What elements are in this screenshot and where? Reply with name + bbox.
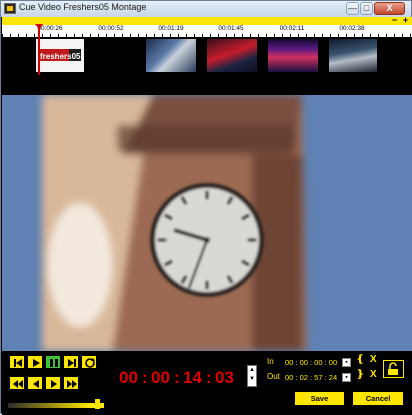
skip-to-start-button[interactable] [9, 355, 25, 369]
timecode-separator: : [174, 368, 180, 387]
lock-toggle-button[interactable] [383, 360, 404, 378]
step-back-button[interactable] [27, 376, 43, 390]
in-point-value: 00 : 00 : 00 : 00 [285, 358, 338, 367]
skip-to-end-button[interactable] [63, 355, 79, 369]
volume-slider[interactable] [8, 403, 104, 408]
clip-thumbnail[interactable] [146, 39, 196, 72]
ruler-tick-label: 00:02:38 [339, 25, 365, 32]
ruler-tick-label: 00:01:45 [218, 25, 244, 32]
set-in-point-button[interactable]: ▪ [342, 358, 351, 367]
step-forward-icon [51, 380, 57, 388]
app-window: Cue Video Freshers05 Montage — □ X − + 0… [0, 0, 412, 415]
zoom-out-button[interactable]: − [390, 16, 399, 25]
fast-rewind-button[interactable] [9, 376, 25, 390]
step-forward-button[interactable] [45, 376, 61, 390]
app-icon [4, 3, 16, 14]
in-point-label: In [267, 357, 274, 366]
volume-slider-handle[interactable] [95, 399, 100, 409]
fast-forward-button[interactable] [63, 376, 79, 390]
out-point-label: Out [267, 372, 280, 381]
timecode-separator: : [142, 368, 148, 387]
clip-thumbnail[interactable] [268, 39, 318, 72]
timeline-gap [2, 75, 412, 95]
set-out-point-button[interactable]: ▪ [342, 373, 351, 382]
rewind-icon [13, 380, 23, 388]
loop-button[interactable] [81, 355, 97, 369]
play-button[interactable] [27, 355, 43, 369]
pause-button[interactable] [45, 355, 61, 369]
pause-icon [50, 359, 58, 367]
skip-start-icon [14, 359, 22, 367]
freshers-logo-text: freshers05 [40, 52, 81, 61]
clear-in-point-button[interactable]: X [370, 354, 377, 365]
ruler-tick-label: 00:01:19 [158, 25, 184, 32]
video-preview[interactable] [2, 95, 412, 351]
thumbnail-strip[interactable]: freshers05 [2, 37, 412, 75]
timeline-zoom-bar[interactable]: − + [2, 16, 412, 25]
ruler-tick-label: 00:00:52 [98, 25, 124, 32]
timecode-spinner[interactable]: ▲ ▼ [247, 365, 257, 387]
out-bracket-icon[interactable]: ❵ [356, 369, 364, 380]
step-back-icon [33, 380, 39, 388]
clip-thumbnail[interactable] [207, 39, 257, 72]
window-title: Cue Video Freshers05 Montage [19, 2, 147, 12]
maximize-button[interactable]: □ [360, 2, 373, 15]
in-bracket-icon[interactable]: ❴ [356, 354, 364, 365]
timecode-seconds: 14 [183, 368, 202, 387]
timecode-frames: 03 [215, 368, 234, 387]
clip-thumbnail[interactable]: freshers05 [36, 39, 84, 72]
clear-out-point-button[interactable]: X [370, 369, 377, 380]
close-button[interactable]: X [374, 2, 405, 15]
zoom-in-button[interactable]: + [401, 16, 410, 25]
out-point-value: 00 : 02 : 57 : 24 [285, 373, 338, 382]
timecode-separator: : [206, 368, 212, 387]
minimize-button[interactable]: — [346, 2, 359, 15]
save-button[interactable]: Save [294, 391, 345, 406]
cancel-button[interactable]: Cancel [352, 391, 404, 406]
ruler-tick-label: 00:02:11 [279, 25, 305, 32]
freshers-logo: freshers05 [36, 39, 84, 72]
title-bar: Cue Video Freshers05 Montage — □ X [1, 1, 411, 17]
loop-icon [85, 358, 95, 368]
lock-icon [388, 362, 398, 375]
play-icon [33, 359, 40, 367]
skip-end-icon [68, 359, 76, 367]
timecode-minutes: 00 [151, 368, 170, 387]
playhead-marker[interactable] [35, 24, 43, 75]
video-frame [2, 95, 412, 351]
clip-thumbnail[interactable] [329, 39, 377, 72]
fast-forward-icon [67, 380, 77, 388]
timeline-ruler[interactable]: 00:00:26 00:00:52 00:01:19 00:01:45 00:0… [2, 25, 412, 37]
timecode-hours: 00 [119, 368, 138, 387]
